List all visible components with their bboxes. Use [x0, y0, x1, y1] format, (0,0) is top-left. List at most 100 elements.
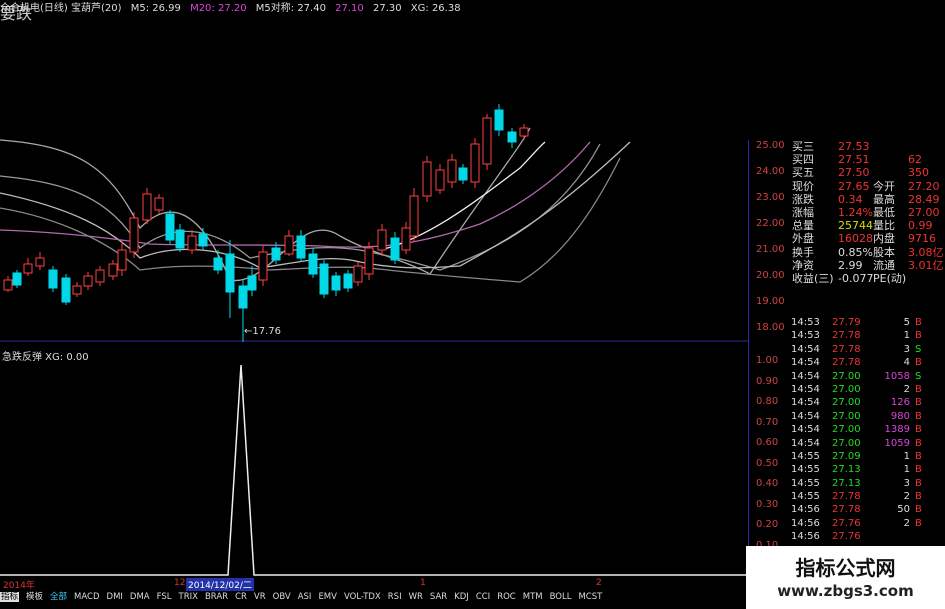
trade-row[interactable]: 14:53 27.78 1 B [790, 329, 945, 342]
quote-key: 现价 [792, 179, 814, 193]
candle [364, 247, 374, 275]
tab-brar[interactable]: BRAR [205, 592, 228, 602]
trade-row[interactable]: 14:56 27.76 [790, 530, 945, 543]
trade-time: 14:54 [791, 397, 820, 409]
quote-value: 16028 [838, 232, 873, 246]
trade-qty: 3 [903, 343, 910, 355]
tab-全部[interactable]: 全部 [50, 592, 67, 602]
tab-fsl[interactable]: FSL [157, 592, 172, 602]
tab-vr[interactable]: VR [254, 592, 266, 602]
tab-boll[interactable]: BOLL [550, 592, 572, 602]
stock-title: 众合机电(日线) 宝葫芦(20) [0, 3, 122, 14]
trade-time: 14:55 [791, 477, 820, 489]
tab-mtm[interactable]: MTM [523, 592, 543, 602]
trade-price: 27.09 [832, 450, 861, 462]
trade-row[interactable]: 14:54 27.00 980 B [790, 410, 945, 423]
tab-dma[interactable]: DMA [130, 592, 150, 602]
trade-time: 14:54 [791, 410, 820, 422]
quote-row: 涨幅 1.24% 最低 27.00 [790, 206, 945, 219]
trade-side: B [915, 330, 922, 342]
trade-price: 27.00 [832, 437, 861, 449]
quote-key2: 量比 [873, 219, 895, 233]
indicator-tick: 0.80 [756, 396, 779, 407]
trade-row[interactable]: 14:54 27.00 126 B [790, 396, 945, 409]
trade-row[interactable]: 14:54 27.00 1059 B [790, 437, 945, 450]
candle [129, 217, 139, 253]
quote-key2: 最低 [873, 205, 895, 219]
candle [390, 237, 400, 261]
price-tick: 22.00 [756, 218, 785, 229]
indicator-tick: 1.00 [756, 355, 779, 366]
candle [142, 193, 152, 221]
trade-row[interactable]: 14:55 27.78 2 B [790, 490, 945, 503]
indicator-chart[interactable] [0, 345, 748, 578]
trade-row[interactable]: 14:54 27.78 4 B [790, 356, 945, 369]
indicator-tick: 0.90 [756, 375, 779, 387]
trade-row[interactable]: 14:55 27.13 3 B [790, 477, 945, 490]
tab-cci[interactable]: CCI [476, 592, 490, 602]
tab-cr[interactable]: CR [235, 592, 247, 602]
trade-list[interactable]: 14:53 27.79 5 B 14:53 27.78 1 B 14:54 27.78 3 S 14:5… [790, 316, 945, 544]
tab-wr[interactable]: WR [409, 592, 423, 602]
indicator-tabs[interactable]: 指标 模板 全部 MACD DMI DMA FSL TRIX BRAR CR VR OBV ASI EMV… [0, 590, 748, 604]
quote-key: 买三 [792, 140, 814, 153]
tab-roc[interactable]: ROC [497, 592, 516, 602]
trade-row[interactable]: 14:54 27.00 1058 S [790, 370, 945, 383]
trade-time: 14:55 [791, 464, 820, 476]
candle [401, 227, 411, 251]
low-price-annotation: ←17.76 [244, 326, 282, 337]
trade-row[interactable]: 14:56 27.78 50 B [790, 503, 945, 516]
trade-side: B [915, 437, 922, 449]
tab-macd[interactable]: MACD [74, 592, 99, 602]
trade-row[interactable]: 14:54 27.00 2 B [790, 383, 945, 396]
tab-asi[interactable]: ASI [298, 592, 312, 602]
trade-row[interactable]: 14:54 27.78 3 S [790, 343, 945, 356]
quote-key: 外盘 [792, 232, 814, 246]
tab-kdj[interactable]: KDJ [454, 592, 469, 602]
quote-panel: 买三 27.53 买四 27.51 62 买五 27.50 350 现价 27.65 今开 27.20… [790, 140, 945, 285]
quote-key: 涨幅 [792, 205, 814, 219]
quote-value: 27.50 [838, 166, 870, 180]
trade-time: 14:54 [791, 370, 820, 382]
candle [458, 167, 468, 181]
trade-time: 14:53 [791, 317, 820, 328]
candle [507, 131, 517, 143]
xg-value: XG: 26.38 [410, 3, 461, 14]
candle [72, 285, 82, 295]
tab-mcst[interactable]: MCST [578, 592, 602, 602]
candlestick-chart[interactable] [0, 18, 748, 345]
trade-row[interactable]: 14:54 27.00 1389 B [790, 423, 945, 436]
quote-value: 27.65 [838, 179, 870, 193]
tab-指标[interactable]: 指标 [0, 592, 20, 602]
tab-模板[interactable]: 模板 [26, 592, 43, 602]
candle [435, 169, 445, 191]
tab-sar[interactable]: SAR [430, 592, 447, 602]
trade-qty: 980 [890, 410, 910, 422]
candle [353, 265, 363, 283]
trade-side: B [915, 504, 922, 516]
tab-emv[interactable]: EMV [318, 592, 337, 602]
tab-trix[interactable]: TRIX [179, 592, 198, 602]
tab-obv[interactable]: OBV [273, 592, 291, 602]
trade-row[interactable]: 14:53 27.79 5 B [790, 316, 945, 329]
trade-side: B [915, 517, 922, 529]
price-tick: 21.00 [756, 244, 785, 255]
trade-price: 27.76 [832, 531, 861, 543]
tab-vol-tdx[interactable]: VOL-TDX [344, 592, 381, 602]
trade-side: S [915, 370, 922, 382]
trade-row[interactable]: 14:55 27.13 1 B [790, 463, 945, 476]
quote-row: 买四 27.51 62 [790, 153, 945, 166]
trade-side: B [915, 410, 922, 422]
indicator-tick: 0.20 [756, 519, 779, 530]
candle [187, 235, 197, 251]
quote-row: 净资 2.99 流通 3.01亿 [790, 259, 945, 272]
tab-dmi[interactable]: DMI [107, 592, 123, 602]
trade-row[interactable]: 14:55 27.09 1 B [790, 450, 945, 463]
quote-key: 买四 [792, 153, 814, 167]
tab-rsi[interactable]: RSI [388, 592, 402, 602]
candle [95, 269, 105, 283]
trade-time: 14:54 [791, 343, 820, 355]
trade-row[interactable]: 14:56 27.76 2 B [790, 517, 945, 530]
candle [494, 109, 504, 131]
quote-value: 0.85% [838, 245, 873, 259]
